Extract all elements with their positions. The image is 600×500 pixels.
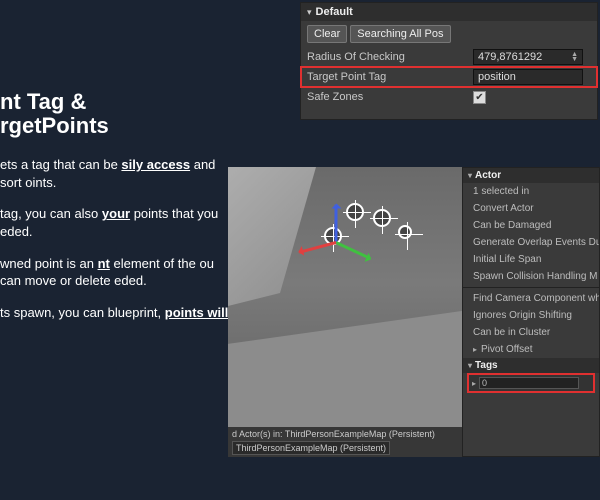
doc-text: nt Tag & rgetPoints ets a tag that can b… (0, 90, 230, 335)
prop-can-be-in-cluster[interactable]: Can be in Cluster (463, 324, 599, 341)
pivot-offset-label: Pivot Offset (481, 344, 533, 355)
status-line-2: ThirdPersonExampleMap (Persistent) (232, 441, 390, 455)
prop-spawn-collision[interactable]: Spawn Collision Handling M (463, 268, 599, 285)
collapse-icon: ▾ (307, 7, 312, 18)
collapse-icon: ▾ (468, 361, 472, 370)
tags-array: ▸ 0 (469, 375, 593, 391)
prop-pivot-offset[interactable]: ▸ Pivot Offset (463, 341, 599, 358)
section-title: Default (316, 6, 353, 18)
prop-convert-actor[interactable]: Convert Actor (463, 200, 599, 217)
expand-icon[interactable]: ▸ (472, 379, 476, 388)
safe-zones-checkbox[interactable]: ✔ (473, 91, 486, 104)
target-tag-input[interactable]: position (473, 69, 583, 85)
clear-button[interactable]: Clear (307, 25, 347, 43)
spinner-icon[interactable]: ▲▼ (571, 52, 578, 62)
doc-title: nt Tag & rgetPoints (0, 90, 230, 138)
prop-initial-life-span[interactable]: Initial Life Span (463, 251, 599, 268)
transform-gizmo[interactable] (306, 211, 366, 271)
section-header-tags[interactable]: ▾ Tags (463, 358, 599, 373)
details-panel-default: ▾ Default Clear Searching All Pos Radius… (300, 2, 598, 120)
selected-count: 1 selected in (463, 183, 599, 200)
doc-p3: wned point is an nt element of the ou ca… (0, 255, 230, 290)
row-target-point-tag: Target Point Tag position (301, 67, 597, 87)
label-radius: Radius Of Checking (307, 51, 473, 63)
prop-can-be-damaged[interactable]: Can be Damaged (463, 217, 599, 234)
target-point-icon[interactable] (373, 209, 391, 227)
radius-value: 479,8761292 (478, 51, 542, 63)
details-panel-actor: ▾ Actor 1 selected in Convert Actor Can … (462, 167, 600, 457)
searching-all-pos-button[interactable]: Searching All Pos (350, 25, 450, 43)
target-point-icon[interactable] (398, 225, 412, 239)
prop-find-camera[interactable]: Find Camera Component wh (463, 290, 599, 307)
expand-icon: ▸ (473, 345, 477, 354)
tags-count-field[interactable]: 0 (479, 377, 579, 389)
label-target-tag: Target Point Tag (307, 71, 473, 83)
prop-generate-overlap[interactable]: Generate Overlap Events Du (463, 234, 599, 251)
viewport-status: d Actor(s) in: ThirdPersonExampleMap (Pe… (228, 427, 466, 457)
section-title-tags: Tags (475, 360, 498, 371)
viewport-3d[interactable]: d Actor(s) in: ThirdPersonExampleMap (Pe… (228, 167, 466, 457)
radius-input[interactable]: 479,8761292 ▲▼ (473, 49, 583, 65)
divider (463, 287, 599, 288)
doc-p2: tag, you can also your points that you e… (0, 205, 230, 240)
prop-ignores-origin[interactable]: Ignores Origin Shifting (463, 307, 599, 324)
axis-x-icon[interactable] (299, 241, 336, 254)
status-line-1: d Actor(s) in: ThirdPersonExampleMap (Pe… (232, 429, 462, 439)
target-tag-value: position (478, 71, 516, 83)
section-title-actor: Actor (475, 170, 501, 181)
doc-p4: ts spawn, you can blueprint, points will (0, 304, 230, 322)
axis-z-icon[interactable] (335, 205, 338, 243)
doc-p1: ets a tag that can be sily access and so… (0, 156, 230, 191)
row-radius: Radius Of Checking 479,8761292 ▲▼ (301, 47, 597, 67)
section-header-default[interactable]: ▾ Default (301, 3, 597, 21)
collapse-icon: ▾ (468, 171, 472, 180)
row-safe-zones: Safe Zones ✔ (301, 87, 597, 107)
section-header-actor[interactable]: ▾ Actor (463, 168, 599, 183)
label-safe-zones: Safe Zones (307, 91, 473, 103)
axis-y-icon[interactable] (335, 241, 371, 260)
